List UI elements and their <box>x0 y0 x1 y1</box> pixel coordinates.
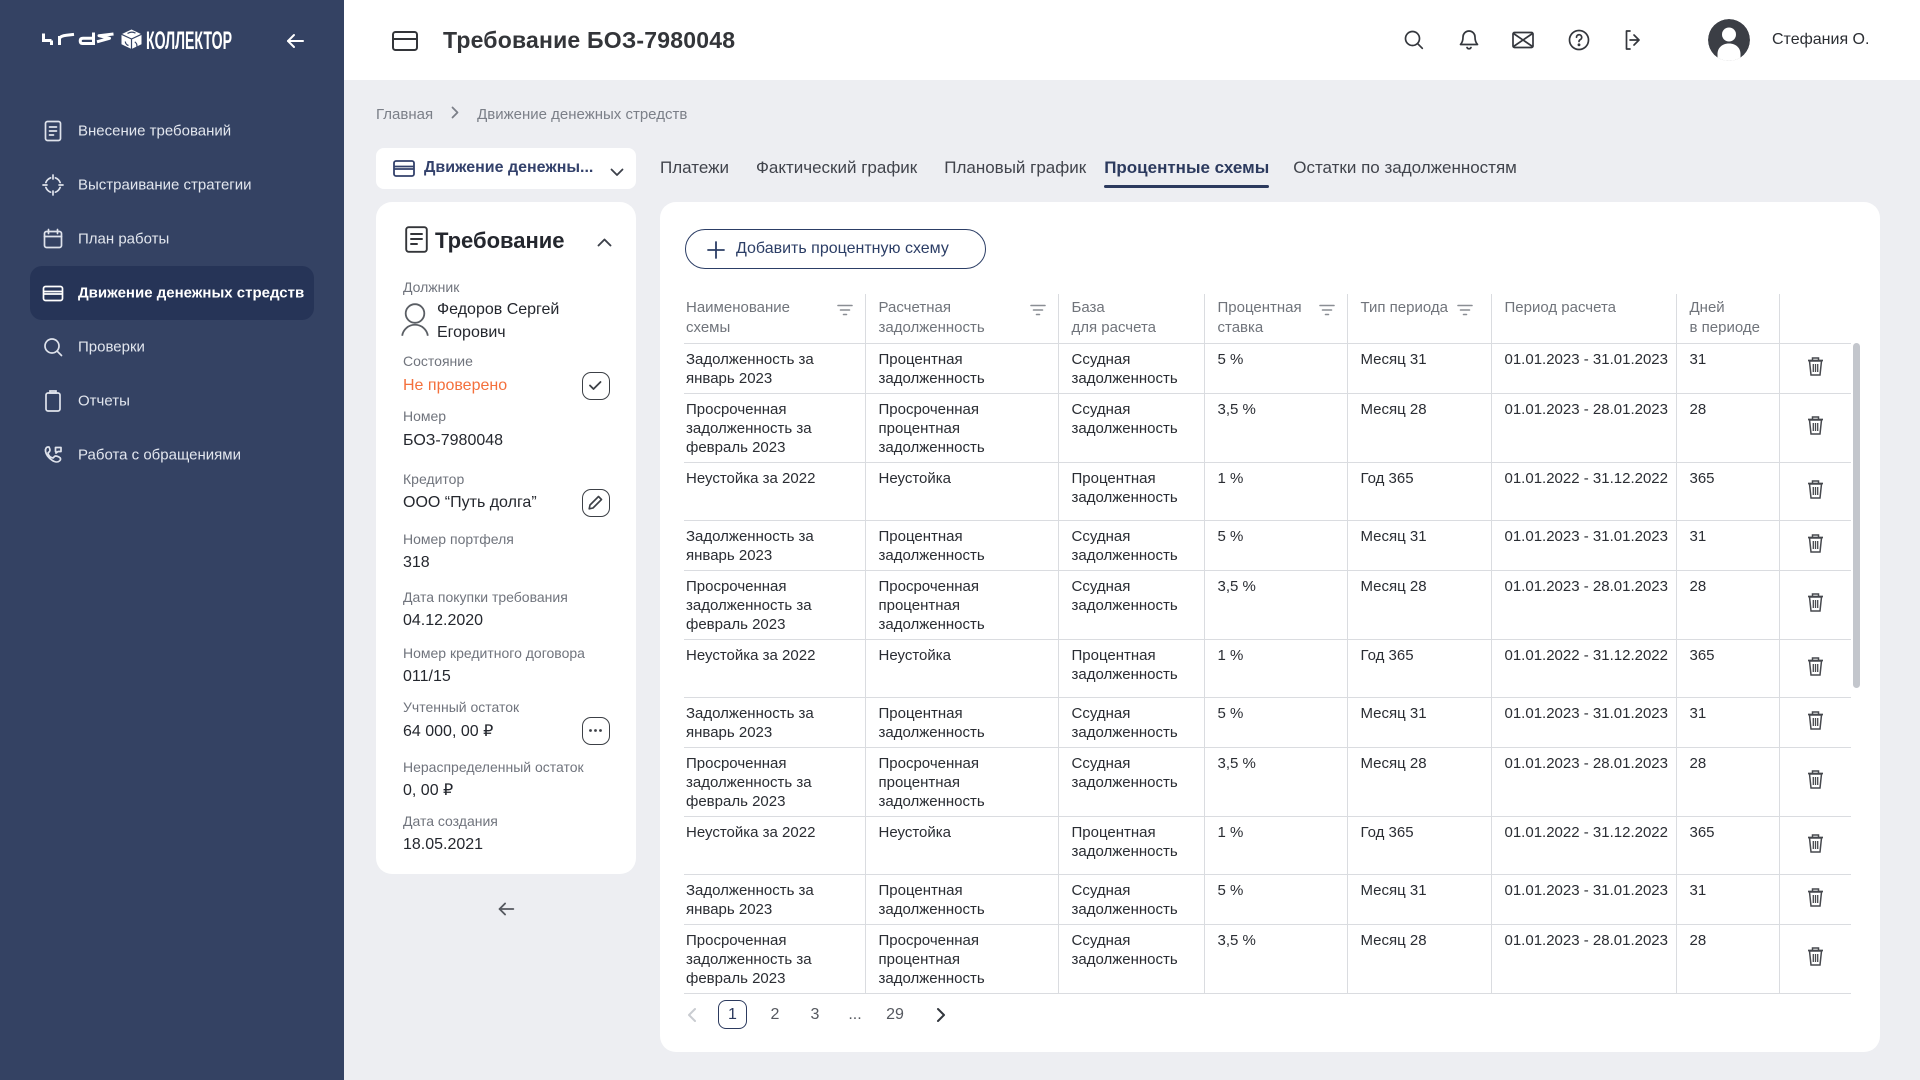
svg-text:КОЛЛЕКТОР: КОЛЛЕКТОР <box>146 27 232 55</box>
